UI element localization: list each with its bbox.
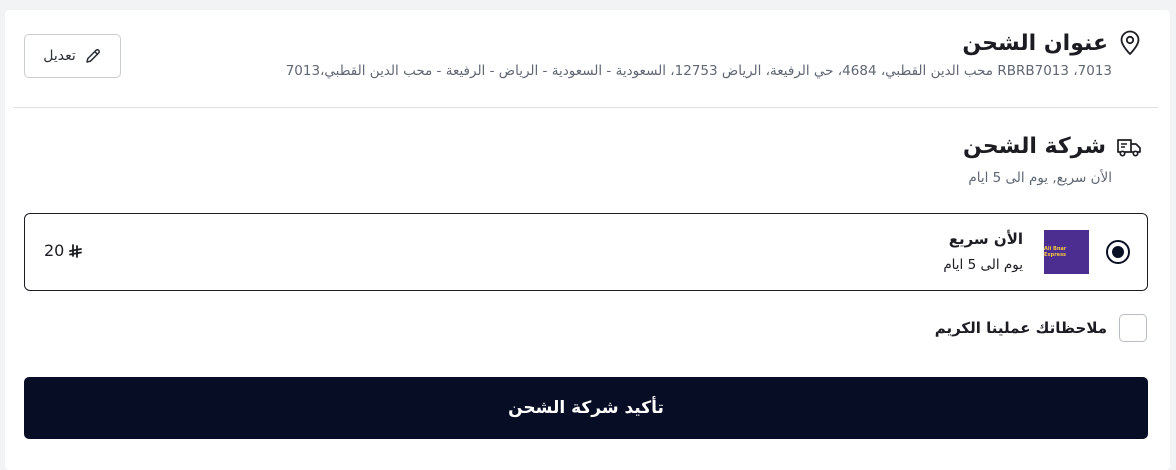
confirm-shipping-button[interactable]: تأكيد شركة الشحن — [24, 377, 1148, 439]
shipping-option-radio[interactable] — [1106, 240, 1130, 264]
shipping-option-price: 20 — [44, 241, 84, 260]
edit-address-button[interactable]: تعديل — [24, 34, 121, 78]
checkout-shipping-card: عنوان الشحن 7013، RBRB7013 محب الدين الق… — [5, 10, 1170, 470]
riyal-currency-icon — [68, 243, 84, 259]
shipping-option-name: الأن سريع — [948, 230, 1023, 248]
notes-toggle[interactable]: ملاحظاتك عملينا الكريم — [935, 314, 1147, 342]
notes-checkbox[interactable] — [1119, 314, 1147, 342]
shipping-company-header: شركة الشحن — [963, 134, 1142, 159]
pencil-icon — [84, 47, 102, 65]
shipping-option-card[interactable]: Ali Bnar Express الأن سريع يوم الى 5 ايا… — [24, 213, 1148, 291]
radio-selected-dot — [1112, 246, 1124, 258]
shipping-company-title: شركة الشحن — [963, 134, 1106, 159]
shipping-option-delivery-time: يوم الى 5 ايام — [943, 257, 1023, 273]
shipping-address-header: عنوان الشحن — [962, 30, 1142, 56]
edit-button-label: تعديل — [43, 48, 76, 64]
delivery-truck-icon — [1116, 135, 1142, 159]
carrier-logo: Ali Bnar Express — [1044, 230, 1089, 274]
price-value: 20 — [44, 241, 65, 260]
section-divider — [13, 107, 1158, 108]
shipping-company-subtitle: الأن سريع, يوم الى 5 ايام — [968, 170, 1112, 186]
location-pin-icon — [1118, 30, 1142, 56]
notes-label: ملاحظاتك عملينا الكريم — [934, 319, 1107, 337]
shipping-address-text: 7013، RBRB7013 محب الدين القطبي، 4684، ح… — [285, 63, 1112, 79]
shipping-address-title: عنوان الشحن — [962, 30, 1108, 56]
